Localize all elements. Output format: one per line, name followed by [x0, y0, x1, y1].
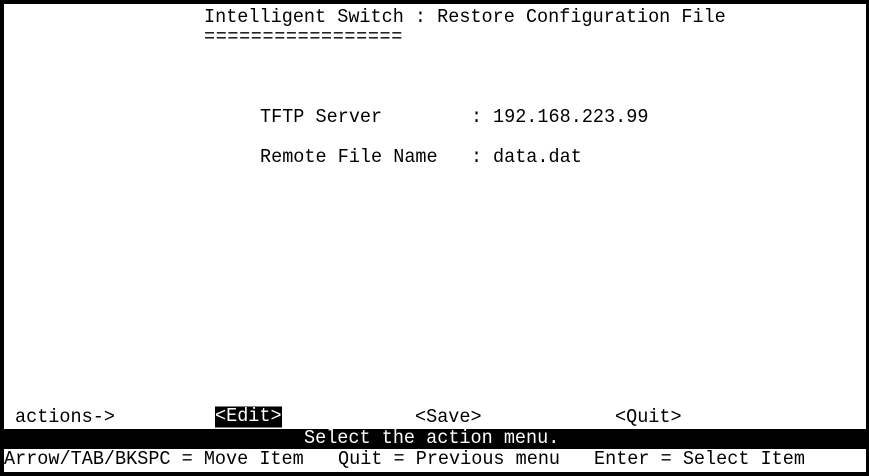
tftp-server-label: TFTP Server: [260, 106, 383, 129]
actions-label: actions->: [15, 406, 115, 429]
remote-file-name-label: Remote File Name: [260, 146, 438, 169]
status-message: Select the action menu.: [304, 427, 560, 450]
remote-file-name-field[interactable]: data.dat: [493, 147, 582, 169]
help-previous-menu: Quit = Previous menu: [338, 448, 561, 471]
help-move-item: Arrow/TAB/BKSPC = Move Item: [4, 448, 304, 471]
remote-file-name-separator: :: [471, 146, 483, 169]
tftp-server-separator: :: [471, 106, 483, 129]
help-select-item: Enter = Select Item: [594, 448, 805, 471]
page-title: Intelligent Switch : Restore Configurati…: [204, 6, 726, 29]
tftp-server-field[interactable]: 192.168.223.99: [493, 107, 648, 129]
terminal-screen: Intelligent Switch : Restore Configurati…: [4, 4, 866, 472]
terminal-window: Intelligent Switch : Restore Configurati…: [0, 0, 869, 476]
title-underline: =================: [204, 26, 403, 49]
save-action[interactable]: <Save>: [415, 407, 482, 429]
quit-action[interactable]: <Quit>: [615, 407, 682, 429]
edit-action[interactable]: <Edit>: [215, 406, 282, 428]
